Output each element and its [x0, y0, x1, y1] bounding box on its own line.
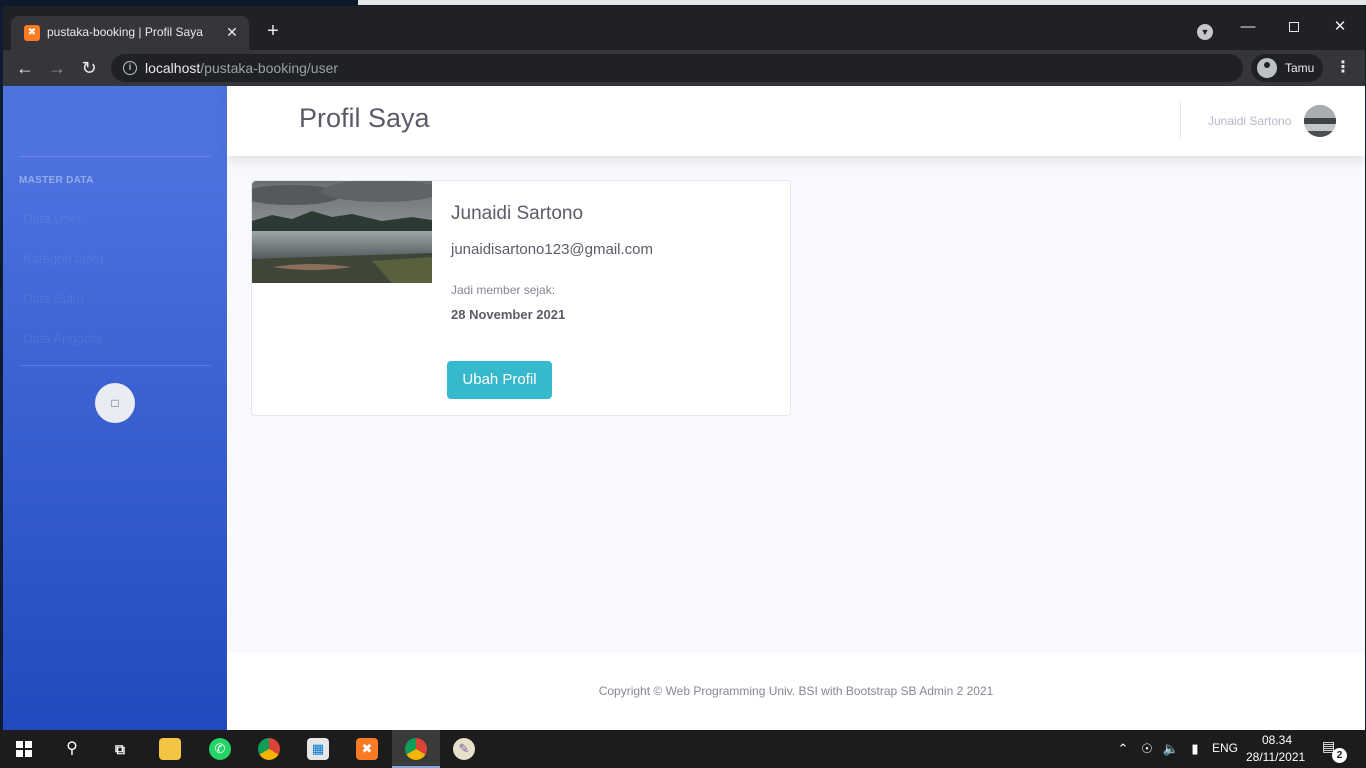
chevron-up-icon[interactable]: ⌃ [1114, 740, 1132, 758]
clock-date[interactable]: 28/11/2021 [1246, 750, 1305, 764]
whatsapp-icon: ✆ [209, 738, 231, 760]
sidebar-item-kategori-buku[interactable]: Kategori buku [23, 251, 103, 266]
sidebar-item-data-anggota[interactable]: Data Anggota [23, 331, 102, 346]
taskbar: ⚲ ⧉ ✆ ▦ ✖ ✎ ⌃ ☉ 🔈 ▮ ENG 08.34 28/11/2021… [0, 730, 1366, 768]
battery-icon[interactable]: ▮ [1186, 740, 1204, 758]
xampp-icon: ✖ [356, 738, 378, 760]
search-button[interactable]: ⚲ [48, 730, 96, 768]
sidebar-item-data-user[interactable]: Data User [23, 211, 82, 226]
user-dropdown-name[interactable]: Junaidi Sartono [1208, 114, 1291, 128]
folder-icon [159, 738, 181, 760]
language-indicator[interactable]: ENG [1212, 741, 1238, 755]
browser-tab[interactable]: ✖ pustaka-booking | Profil Saya ✕ [11, 16, 249, 50]
forward-arrow-icon[interactable]: → [45, 56, 69, 80]
task-view-icon: ⧉ [115, 741, 125, 757]
profile-card: Junaidi Sartono junaidisartono123@gmail.… [251, 180, 791, 416]
paint-palette-icon: ✎ [453, 738, 475, 760]
paint-button[interactable]: ✎ [440, 730, 488, 768]
address-bar[interactable]: i localhost/pustaka-booking/user [111, 54, 1243, 82]
tab-search-icon[interactable]: ▼ [1197, 24, 1213, 40]
chrome-button[interactable] [245, 730, 293, 768]
copyright-text: Copyright © Web Programming Univ. BSI wi… [598, 684, 994, 698]
avatar[interactable] [1304, 105, 1336, 137]
profile-name: Tamu [1285, 61, 1315, 75]
network-globe-icon[interactable]: ☉ [1138, 740, 1156, 758]
sidebar-toggle-button[interactable]: □ [95, 383, 135, 423]
page-viewport: MASTER DATA Data User Kategori buku Data… [3, 86, 1365, 730]
xampp-button[interactable]: ✖ [343, 730, 391, 768]
page-title: Profil Saya [299, 103, 430, 133]
url-text[interactable]: localhost/pustaka-booking/user [145, 60, 338, 76]
footer: Copyright © Web Programming Univ. BSI wi… [227, 653, 1365, 730]
close-tab-icon[interactable]: ✕ [223, 23, 241, 41]
xampp-icon: ✖ [24, 25, 40, 41]
url-host: localhost [145, 60, 201, 76]
search-icon: ⚲ [66, 740, 78, 757]
edit-profile-button[interactable]: Ubah Profil [447, 361, 552, 399]
file-explorer-button[interactable] [146, 730, 194, 768]
microsoft-store-button[interactable]: ▦ [294, 730, 342, 768]
url-path: /pustaka-booking/user [200, 60, 339, 76]
new-tab-button[interactable]: + [261, 20, 285, 44]
info-icon[interactable]: i [123, 61, 137, 75]
back-arrow-icon[interactable]: ← [13, 56, 37, 80]
profile-email: junaidisartono123@gmail.com [451, 241, 654, 258]
minimize-button[interactable]: — [1225, 12, 1271, 42]
reload-icon[interactable]: ↻ [77, 56, 101, 80]
sidebar-divider [19, 365, 211, 366]
background-window-edge [358, 0, 1366, 5]
maximize-button[interactable] [1271, 12, 1317, 42]
store-icon: ▦ [307, 738, 329, 760]
tab-title: pustaka-booking | Profil Saya [47, 25, 203, 39]
browser-window: ✖ pustaka-booking | Profil Saya ✕ + ▼ — … [3, 6, 1365, 730]
windows-logo-icon [16, 741, 32, 757]
chrome-icon [405, 738, 427, 760]
topbar: Profil Saya Junaidi Sartono [227, 86, 1365, 156]
browser-toolbar: ← → ↻ i localhost/pustaka-booking/user T… [3, 50, 1365, 86]
sidebar-divider [19, 156, 211, 157]
whatsapp-button[interactable]: ✆ [196, 730, 244, 768]
sidebar-item-data-buku[interactable]: Data Buku [23, 291, 84, 306]
chrome-icon [258, 738, 280, 760]
tab-strip: ✖ pustaka-booking | Profil Saya ✕ + ▼ — … [3, 6, 1365, 50]
notification-count: 2 [1332, 748, 1347, 763]
profile-photo [252, 181, 432, 283]
member-since-date: 28 November 2021 [451, 307, 566, 322]
task-view-button[interactable]: ⧉ [96, 730, 144, 768]
sidebar: MASTER DATA Data User Kategori buku Data… [3, 86, 227, 730]
chrome-active-button[interactable] [392, 730, 440, 768]
start-button[interactable] [0, 730, 48, 768]
account-circle-icon [1257, 58, 1277, 78]
topbar-divider [1180, 101, 1181, 139]
clock-time[interactable]: 08.34 [1262, 733, 1292, 747]
sidebar-heading: MASTER DATA [19, 175, 94, 186]
volume-icon[interactable]: 🔈 [1162, 740, 1180, 758]
more-menu-icon[interactable]: ⋮ [1333, 56, 1353, 80]
close-window-button[interactable]: ✕ [1317, 12, 1363, 42]
browser-profile-button[interactable]: Tamu [1251, 54, 1323, 82]
member-since-label: Jadi member sejak: [451, 283, 556, 297]
profile-name: Junaidi Sartono [451, 203, 584, 224]
